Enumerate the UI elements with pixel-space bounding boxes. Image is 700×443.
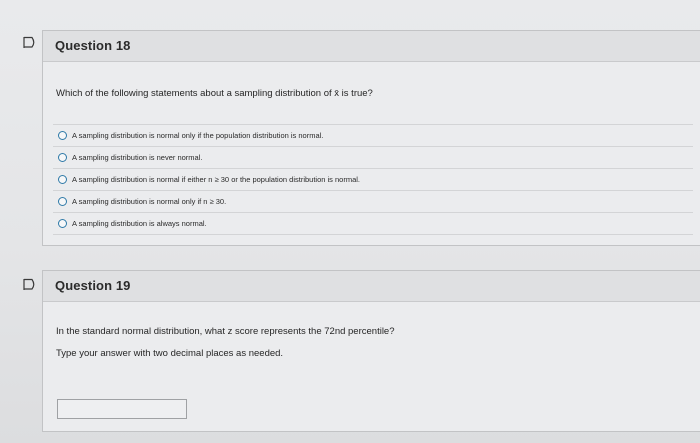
question-header: Question 19	[43, 271, 700, 302]
choice-label: A sampling distribution is always normal…	[72, 219, 207, 228]
flag-icon[interactable]	[22, 278, 37, 291]
choice-label: A sampling distribution is normal only i…	[72, 197, 227, 206]
choice-label: A sampling distribution is normal if eit…	[72, 175, 361, 184]
answer-choice[interactable]: A sampling distribution is always normal…	[53, 212, 693, 235]
radio-button[interactable]	[58, 153, 67, 162]
answer-input[interactable]	[57, 399, 187, 419]
radio-button[interactable]	[58, 197, 67, 206]
question-prompt: Which of the following statements about …	[56, 88, 373, 99]
answer-choice[interactable]: A sampling distribution is normal if eit…	[53, 168, 693, 190]
choice-label: A sampling distribution is never normal.	[72, 153, 203, 162]
radio-button[interactable]	[58, 175, 67, 184]
flag-icon[interactable]	[22, 36, 37, 49]
question-card-18: Question 18 Which of the following state…	[42, 30, 700, 246]
question-title: Question 18	[55, 38, 131, 53]
radio-button[interactable]	[58, 131, 67, 140]
question-card-19: Question 19 In the standard normal distr…	[42, 270, 700, 432]
question-instruction: Type your answer with two decimal places…	[56, 348, 284, 359]
question-header: Question 18	[43, 31, 700, 62]
answer-choice[interactable]: A sampling distribution is never normal.	[53, 146, 693, 168]
quiz-page: Question 18 Which of the following state…	[0, 0, 700, 443]
answer-choice[interactable]: A sampling distribution is normal only i…	[53, 124, 693, 146]
answer-choices: A sampling distribution is normal only i…	[53, 124, 693, 235]
choice-label: A sampling distribution is normal only i…	[72, 131, 324, 140]
radio-button[interactable]	[58, 219, 67, 228]
question-prompt: In the standard normal distribution, wha…	[56, 326, 395, 337]
question-title: Question 19	[55, 278, 131, 293]
answer-choice[interactable]: A sampling distribution is normal only i…	[53, 190, 693, 212]
